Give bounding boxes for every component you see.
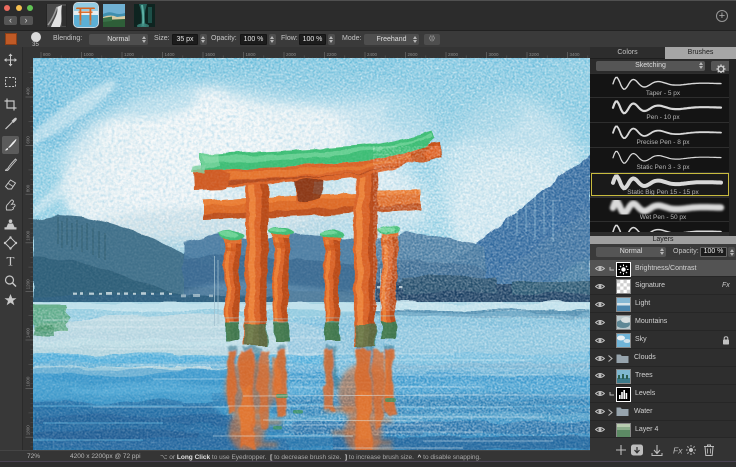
svg-text:1000: 1000 — [26, 230, 31, 241]
svg-text:1400: 1400 — [165, 52, 176, 57]
svg-text:1800: 1800 — [26, 425, 31, 436]
svg-text:2000: 2000 — [286, 52, 297, 57]
svg-text:1000: 1000 — [84, 52, 95, 57]
svg-text:2800: 2800 — [448, 52, 459, 57]
svg-text:1200: 1200 — [26, 279, 31, 290]
svg-text:1600: 1600 — [26, 376, 31, 387]
svg-text:3200: 3200 — [529, 52, 540, 57]
svg-text:800: 800 — [26, 184, 31, 192]
svg-text:2600: 2600 — [408, 52, 419, 57]
svg-text:400: 400 — [26, 87, 31, 95]
svg-text:2200: 2200 — [327, 52, 338, 57]
svg-text:2400: 2400 — [367, 52, 378, 57]
svg-text:1600: 1600 — [205, 52, 216, 57]
svg-text:600: 600 — [26, 136, 31, 144]
svg-text:800: 800 — [43, 52, 51, 57]
svg-text:T: T — [7, 254, 15, 269]
svg-text:1200: 1200 — [124, 52, 135, 57]
svg-text:1400: 1400 — [26, 327, 31, 338]
svg-text:3400: 3400 — [570, 52, 581, 57]
svg-text:Fx: Fx — [673, 446, 683, 456]
svg-text:1800: 1800 — [246, 52, 257, 57]
svg-text:3000: 3000 — [489, 52, 500, 57]
